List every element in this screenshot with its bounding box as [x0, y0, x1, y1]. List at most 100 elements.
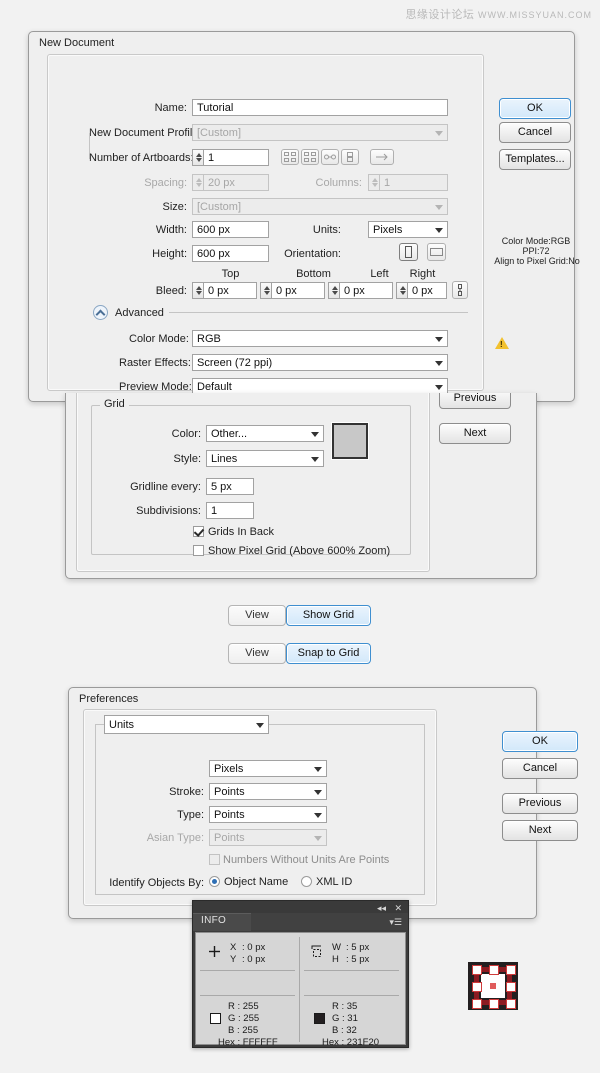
height-input[interactable]: 600 px: [192, 245, 269, 262]
bleed-left-input[interactable]: 0 px: [339, 282, 393, 299]
units-select[interactable]: Pixels: [368, 221, 448, 238]
artwork-handle-br[interactable]: [506, 999, 516, 1009]
grids-in-back-checkbox[interactable]: [193, 526, 204, 537]
grid-color-label: Color:: [171, 428, 201, 440]
bleed-right-input[interactable]: 0 px: [407, 282, 447, 299]
grid-color-swatch[interactable]: [332, 423, 368, 459]
info-fill-g: G : 255: [228, 1013, 260, 1024]
info-fill-r: R : 255: [228, 1001, 259, 1012]
artboard-layout-gridrows-button[interactable]: [281, 149, 299, 165]
bleed-top-stepper[interactable]: [192, 282, 203, 299]
preferences-previous-button[interactable]: Previous: [502, 793, 578, 814]
panel-menu-icon[interactable]: ▾☰: [389, 917, 402, 928]
bleed-label: Bleed:: [155, 285, 187, 297]
columns-stepper[interactable]: [368, 174, 379, 191]
preferences-section-select[interactable]: Units: [104, 715, 269, 734]
gridline-every-input[interactable]: 5 px: [206, 478, 254, 495]
numbers-without-units-checkbox[interactable]: [209, 854, 220, 865]
fill-swatch-icon: [210, 1013, 221, 1024]
subdivisions-input[interactable]: 1: [206, 502, 254, 519]
bleed-right-header: Right: [409, 268, 436, 280]
stroke-label: Stroke:: [169, 786, 204, 798]
name-input[interactable]: Tutorial: [192, 99, 448, 116]
info-panel-body: X : 0 px Y : 0 px W : 5 px H : 5 px R : …: [195, 932, 406, 1048]
color-mode-select[interactable]: RGB: [192, 330, 448, 347]
artwork-handle-bl[interactable]: [472, 999, 482, 1009]
view-menu-button-1[interactable]: View: [228, 605, 286, 626]
grid-color-select[interactable]: Other...: [206, 425, 324, 442]
artwork-handle-tc[interactable]: [489, 965, 499, 975]
artwork-handle-tl[interactable]: [472, 965, 482, 975]
info-w-label: W: [332, 942, 341, 953]
bleed-bottom-stepper[interactable]: [260, 282, 271, 299]
grid-prefs-next-button[interactable]: Next: [439, 423, 511, 444]
new-document-cancel-button[interactable]: Cancel: [499, 122, 571, 143]
preferences-ok-button[interactable]: OK: [502, 731, 578, 752]
profile-label: New Document Profile:: [89, 127, 202, 139]
orientation-portrait-button[interactable]: [399, 243, 418, 261]
artwork-handle-mr[interactable]: [506, 982, 516, 992]
preferences-cancel-button[interactable]: Cancel: [502, 758, 578, 779]
snap-to-grid-menu-item[interactable]: Snap to Grid: [286, 643, 371, 664]
size-select[interactable]: [Custom]: [192, 198, 448, 215]
bleed-link-button[interactable]: [452, 281, 468, 299]
asian-type-select[interactable]: Points: [209, 829, 327, 846]
artboard-layout-column-button[interactable]: [341, 149, 359, 165]
bleed-right-stepper[interactable]: [396, 282, 407, 299]
artboards-input[interactable]: 1: [203, 149, 269, 166]
identify-object-name-label: Object Name: [224, 876, 289, 888]
type-select[interactable]: Points: [209, 806, 327, 823]
chevron-down-icon: [314, 790, 322, 795]
asian-type-value: Points: [214, 832, 245, 844]
identify-object-name-radio[interactable]: [209, 876, 220, 887]
landscape-icon: [430, 248, 443, 256]
info-h-label: H: [332, 954, 339, 965]
spacing-input[interactable]: 20 px: [203, 174, 269, 191]
grids-in-back-label: Grids In Back: [208, 526, 275, 538]
show-pixel-grid-checkbox[interactable]: [193, 545, 204, 556]
raster-effects-select[interactable]: Screen (72 ppi): [192, 354, 448, 371]
bleed-top-input[interactable]: 0 px: [203, 282, 257, 299]
profile-select[interactable]: [Custom]: [192, 124, 448, 141]
type-value: Points: [214, 809, 245, 821]
bleed-bottom-input[interactable]: 0 px: [271, 282, 325, 299]
new-document-ok-button[interactable]: OK: [499, 98, 571, 119]
artboard-direction-button[interactable]: [370, 149, 394, 165]
width-input[interactable]: 600 px: [192, 221, 269, 238]
width-label: Width:: [155, 224, 187, 236]
artboard-layout-gridcols-button[interactable]: [301, 149, 319, 165]
columns-input[interactable]: 1: [379, 174, 448, 191]
artwork-handle-bc[interactable]: [489, 999, 499, 1009]
view-menu-button-2[interactable]: View: [228, 643, 286, 664]
preferences-next-button[interactable]: Next: [502, 820, 578, 841]
bleed-left-stepper[interactable]: [328, 282, 339, 299]
selected-artwork[interactable]: [464, 960, 522, 1012]
new-document-templates-button[interactable]: Templates...: [499, 149, 571, 170]
orientation-landscape-button[interactable]: [427, 243, 446, 261]
stroke-swatch-icon: [314, 1013, 325, 1024]
chevron-down-icon: [435, 228, 443, 233]
stroke-value: Points: [214, 786, 245, 798]
info-divider-h1: [200, 970, 295, 971]
stroke-select[interactable]: Points: [209, 783, 327, 800]
show-grid-menu-item[interactable]: Show Grid: [286, 605, 371, 626]
artwork-handle-ml[interactable]: [472, 982, 482, 992]
artboard-layout-row-button[interactable]: [321, 149, 339, 165]
spacing-stepper[interactable]: [192, 174, 203, 191]
info-divider-h2b: [304, 995, 399, 996]
artboards-stepper[interactable]: [192, 149, 203, 166]
general-select[interactable]: Pixels: [209, 760, 327, 777]
info-fill-hex: Hex : FFFFFF: [218, 1037, 278, 1048]
preferences-section-bracket-left: [95, 724, 96, 894]
chevron-down-icon: [256, 723, 264, 728]
artboards-label: Number of Artboards:: [89, 152, 194, 164]
advanced-collapse-icon[interactable]: [93, 305, 108, 320]
new-document-dialog: New Document Name: Tutorial New Document…: [28, 31, 580, 411]
identify-objects-label: Identify Objects By:: [109, 877, 204, 889]
preview-mode-value: Default: [197, 381, 232, 393]
info-panel: ◂◂ ✕ INFO ▾☰ X : 0 px Y : 0 px W : 5 px …: [192, 900, 409, 1048]
artwork-handle-tr[interactable]: [506, 965, 516, 975]
grid-prefs-previous-button[interactable]: Previous: [439, 393, 511, 409]
grid-style-select[interactable]: Lines: [206, 450, 324, 467]
identify-xml-id-radio[interactable]: [301, 876, 312, 887]
